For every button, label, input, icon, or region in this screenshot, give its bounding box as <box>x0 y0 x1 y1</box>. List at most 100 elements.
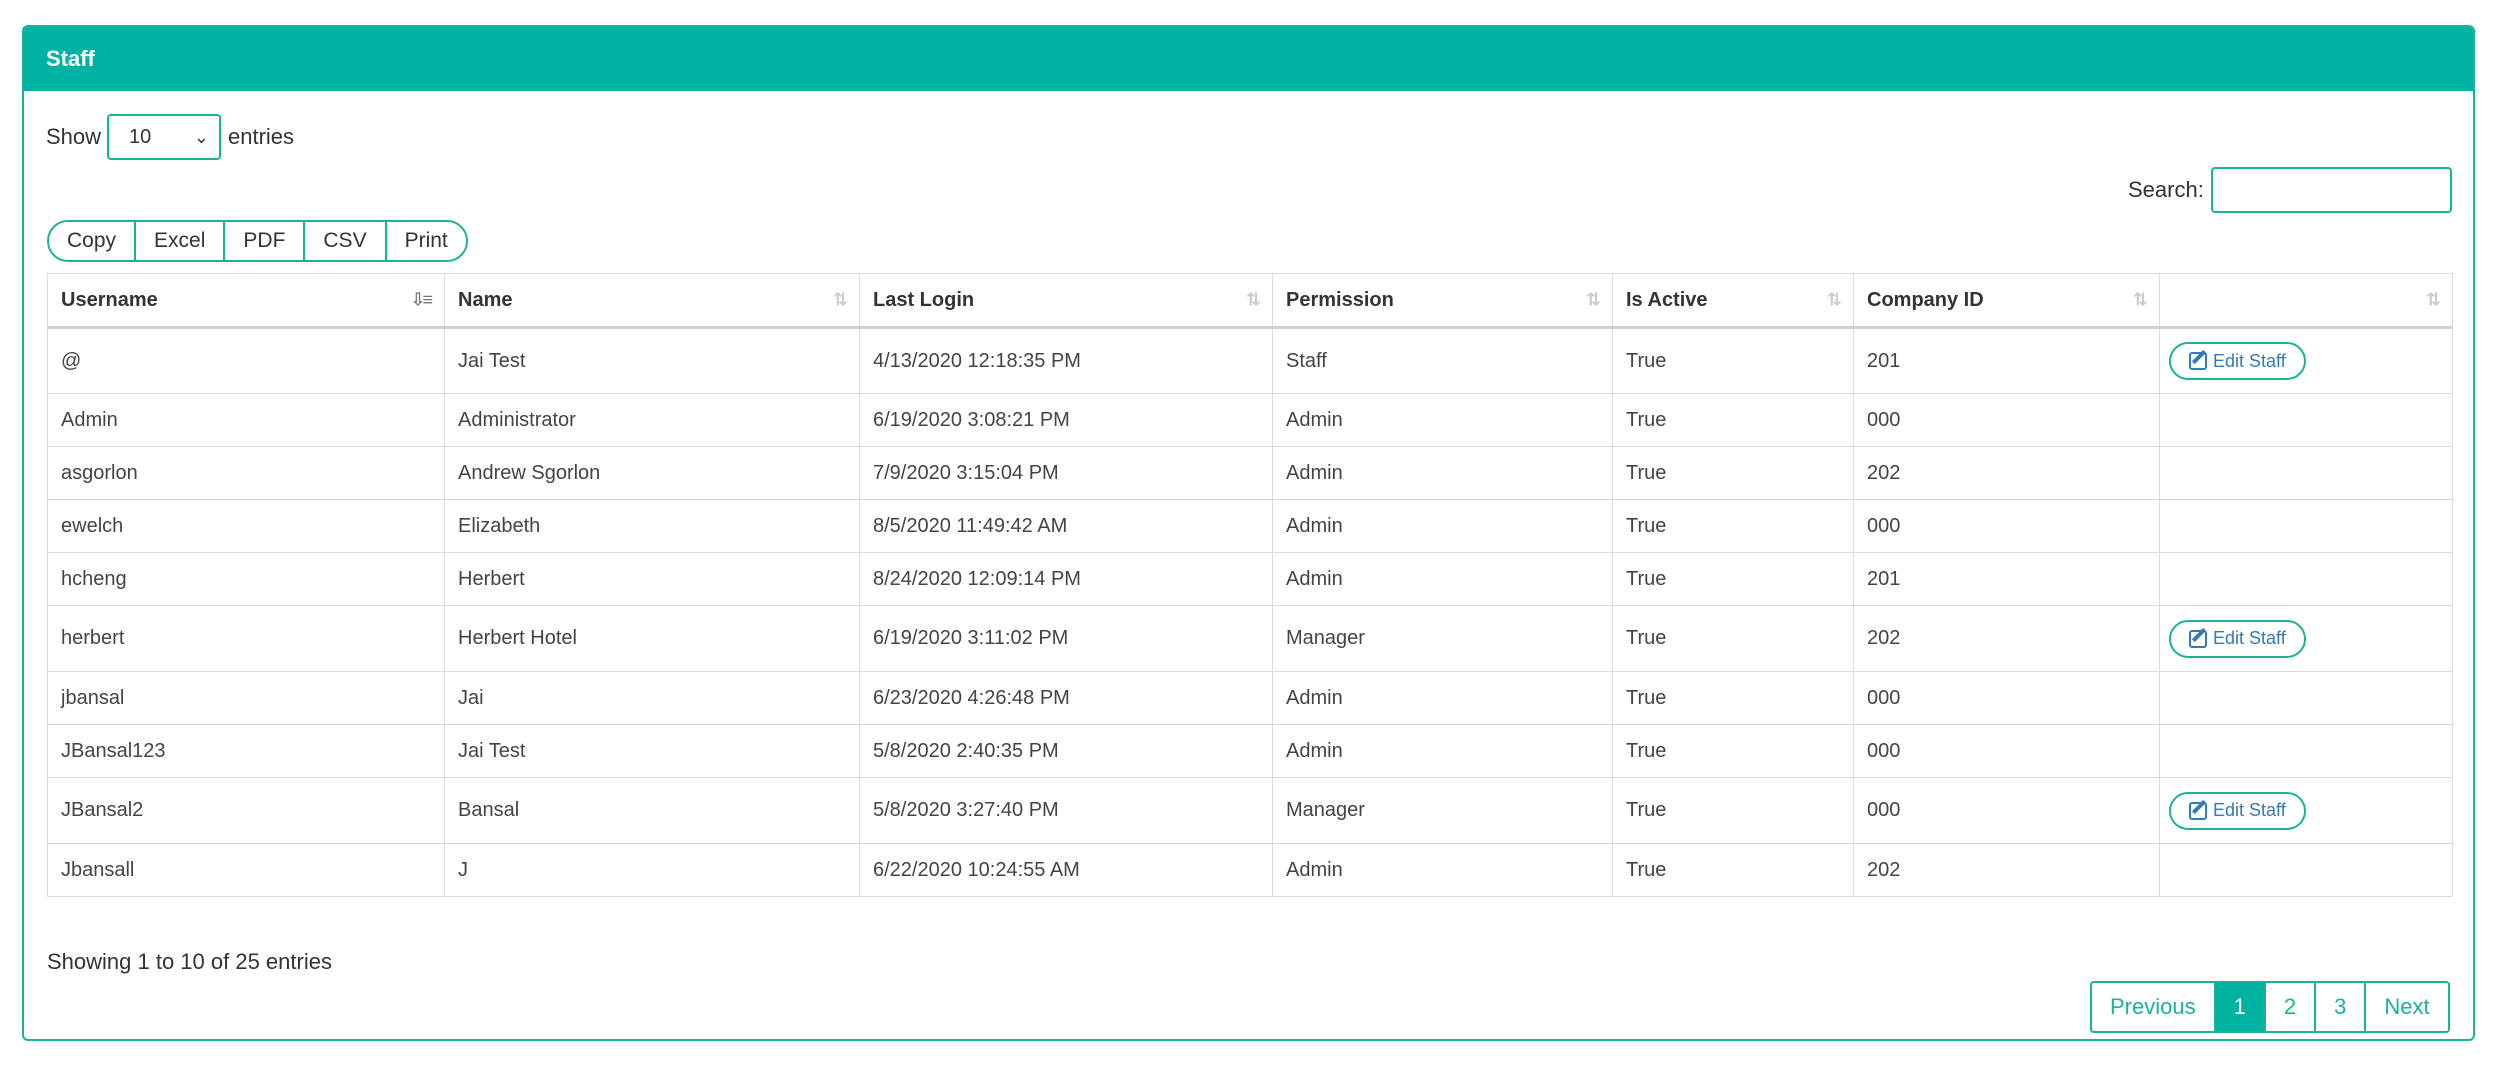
page-1-button[interactable]: 1 <box>2215 983 2266 1031</box>
permission-cell: Admin <box>1272 446 1613 500</box>
panel-title: Staff <box>24 27 2473 91</box>
col-last-login-header[interactable]: Last Login ⇅ <box>859 273 1273 329</box>
table-info: Showing 1 to 10 of 25 entries <box>47 949 332 974</box>
sort-icon: ⇅ <box>1585 289 1601 310</box>
name-cell: Andrew Sgorlon <box>444 446 860 500</box>
edit-staff-button[interactable]: Edit Staff <box>2169 791 2306 830</box>
staff-table: Username ⇩≡ Name ⇅ Last Login ⇅ Permission ⇅… <box>47 273 2453 897</box>
sort-alpha-down-icon: ⇩≡ <box>410 289 433 310</box>
col-header-label: Company ID <box>1867 288 1984 311</box>
entries-label: entries <box>228 124 295 149</box>
length-value: 10 <box>129 126 152 148</box>
col-name-header[interactable]: Name ⇅ <box>444 273 860 329</box>
table-body: @ Jai Test 4/13/2020 12:18:35 PM Staff True 2… <box>47 327 2453 897</box>
page-3-button[interactable]: 3 <box>2316 983 2367 1031</box>
col-permission-header[interactable]: Permission ⇅ <box>1272 273 1613 329</box>
action-cell <box>2159 843 2453 897</box>
table-row: ewelch Elizabeth 8/5/2020 11:49:42 AM Admin… <box>47 499 2453 553</box>
action-cell <box>2159 724 2453 778</box>
action-cell: Edit Staff <box>2159 327 2453 394</box>
last-login-cell: 8/5/2020 11:49:42 AM <box>859 499 1273 553</box>
name-cell: Administrator <box>444 393 860 447</box>
entries-length-select[interactable]: 10 ⌄ <box>107 114 221 160</box>
permission-cell: Admin <box>1272 393 1613 447</box>
table-row: Admin Administrator 6/19/2020 3:08:21 PM Ad… <box>47 393 2453 447</box>
previous-page-button[interactable]: Previous <box>2092 983 2216 1031</box>
excel-button[interactable]: Excel <box>136 222 226 260</box>
edit-staff-button[interactable]: Edit Staff <box>2169 619 2306 658</box>
permission-cell: Admin <box>1272 499 1613 553</box>
col-header-label: Is Active <box>1626 288 1708 311</box>
permission-cell: Admin <box>1272 843 1613 897</box>
copy-button[interactable]: Copy <box>49 222 137 260</box>
name-cell: Jai <box>444 671 860 725</box>
edit-icon <box>2189 801 2207 820</box>
col-company-id-header[interactable]: Company ID ⇅ <box>1853 273 2160 329</box>
name-cell: Herbert Hotel <box>444 605 860 672</box>
search-label: Search: <box>2128 177 2204 202</box>
is-active-cell: True <box>1612 327 1854 394</box>
last-login-cell: 7/9/2020 3:15:04 PM <box>859 446 1273 500</box>
page-2-button[interactable]: 2 <box>2265 983 2317 1031</box>
company-id-cell: 000 <box>1853 671 2160 725</box>
is-active-cell: True <box>1612 499 1854 553</box>
username-cell: jbansal <box>47 671 445 725</box>
show-label: Show <box>46 124 102 149</box>
username-cell: Jbansall <box>47 843 445 897</box>
search-input[interactable] <box>2211 167 2452 213</box>
col-actions-header[interactable]: ⇅ <box>2159 273 2453 329</box>
table-header-row: Username ⇩≡ Name ⇅ Last Login ⇅ Permission ⇅… <box>47 273 2453 329</box>
pagination: Previous 1 2 3 Next <box>2090 981 2450 1033</box>
staff-panel: Staff Show 10 ⌄ entries Search: Copy Exc… <box>22 25 2475 1041</box>
name-cell: Bansal <box>444 777 860 844</box>
next-page-button[interactable]: Next <box>2366 983 2448 1031</box>
username-cell: JBansal2 <box>47 777 445 844</box>
last-login-cell: 6/22/2020 10:24:55 AM <box>859 843 1273 897</box>
sort-icon: ⇅ <box>832 289 848 310</box>
username-cell: Admin <box>47 393 445 447</box>
pdf-button[interactable]: PDF <box>225 222 306 260</box>
company-id-cell: 202 <box>1853 446 2160 500</box>
edit-icon <box>2189 629 2207 648</box>
username-cell: JBansal123 <box>47 724 445 778</box>
edit-staff-button[interactable]: Edit Staff <box>2169 342 2306 380</box>
action-cell: Edit Staff <box>2159 605 2453 672</box>
action-cell <box>2159 552 2453 606</box>
is-active-cell: True <box>1612 671 1854 725</box>
last-login-cell: 6/19/2020 3:11:02 PM <box>859 605 1273 672</box>
permission-cell: Manager <box>1272 605 1613 672</box>
company-id-cell: 202 <box>1853 843 2160 897</box>
last-login-cell: 5/8/2020 2:40:35 PM <box>859 724 1273 778</box>
chevron-down-icon: ⌄ <box>193 127 209 147</box>
permission-cell: Admin <box>1272 724 1613 778</box>
col-header-label: Last Login <box>873 288 975 311</box>
last-login-cell: 4/13/2020 12:18:35 PM <box>859 327 1273 394</box>
print-button[interactable]: Print <box>386 222 466 260</box>
permission-cell: Admin <box>1272 552 1613 606</box>
username-cell: ewelch <box>47 499 445 553</box>
name-cell: J <box>444 843 860 897</box>
export-button-group: Copy Excel PDF CSV Print <box>47 220 468 262</box>
name-cell: Jai Test <box>444 724 860 778</box>
last-login-cell: 8/24/2020 12:09:14 PM <box>859 552 1273 606</box>
username-cell: herbert <box>47 605 445 672</box>
action-cell <box>2159 671 2453 725</box>
col-header-label: Name <box>458 288 513 311</box>
table-row: hcheng Herbert 8/24/2020 12:09:14 PM Admin T… <box>47 552 2453 606</box>
is-active-cell: True <box>1612 843 1854 897</box>
col-is-active-header[interactable]: Is Active ⇅ <box>1612 273 1854 329</box>
sort-icon: ⇅ <box>1245 289 1261 310</box>
col-header-label: Username <box>61 288 158 311</box>
col-username-header[interactable]: Username ⇩≡ <box>47 273 445 329</box>
is-active-cell: True <box>1612 724 1854 778</box>
table-row: JBansal123 Jai Test 5/8/2020 2:40:35 PM Adm… <box>47 724 2453 778</box>
action-cell: Edit Staff <box>2159 777 2453 844</box>
col-header-label: Permission <box>1286 288 1394 311</box>
last-login-cell: 6/23/2020 4:26:48 PM <box>859 671 1273 725</box>
csv-button[interactable]: CSV <box>305 222 387 260</box>
action-cell <box>2159 393 2453 447</box>
is-active-cell: True <box>1612 552 1854 606</box>
sort-icon: ⇅ <box>2132 289 2148 310</box>
table-row: asgorlon Andrew Sgorlon 7/9/2020 3:15:04 P… <box>47 446 2453 500</box>
username-cell: @ <box>47 327 445 394</box>
